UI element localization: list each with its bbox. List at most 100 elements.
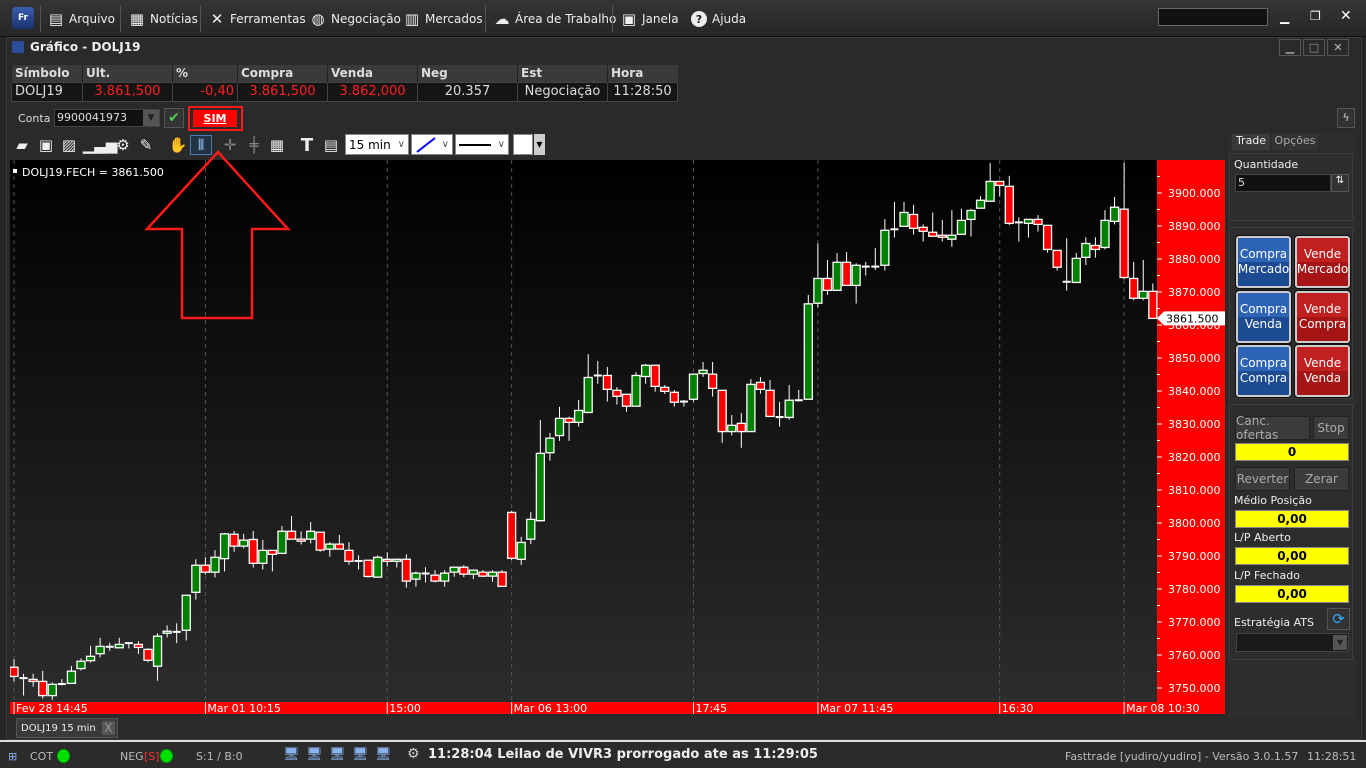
menu-negociacao[interactable]: ◍ Negociação [310, 8, 400, 30]
closed-pl-value: 0,00 [1235, 585, 1349, 603]
y-tick-label: 3830.000 [1168, 418, 1221, 431]
candle-body [535, 452, 545, 522]
candle-body [85, 655, 96, 662]
neg-label: NEG [120, 750, 144, 763]
candle-body [219, 533, 230, 560]
quote-row[interactable]: DOLJ19 3.861,500 -0,40 3.861,500 3.862,0… [11, 81, 678, 102]
line-tool-select[interactable]: ∨ [411, 134, 453, 155]
help-icon: ? [691, 11, 707, 27]
candle-body [918, 226, 928, 232]
cancel-orders-button[interactable]: Canc. ofertas [1235, 414, 1310, 442]
y-tick-label: 3800.000 [1168, 517, 1221, 530]
line-style-icon [459, 143, 491, 146]
candle-body [1129, 277, 1139, 299]
menu-area-de-trabalho[interactable]: ☁ Área de Trabalho [494, 8, 617, 30]
menu-ferramentas[interactable]: ✕ Ferramentas [209, 8, 306, 30]
col-header: % [172, 65, 238, 82]
image-icon[interactable]: ▨ [58, 135, 80, 155]
buy-at-bid-button[interactable]: Compra Compra [1235, 344, 1292, 398]
candle-body [975, 199, 986, 209]
candle-body [621, 393, 632, 407]
candle-body [899, 211, 909, 227]
candle-body [908, 213, 919, 229]
window-maximize-button[interactable]: □ [1303, 39, 1325, 56]
calculator-icon[interactable]: ▤ [321, 135, 341, 155]
status-cell: Negociação [517, 81, 608, 102]
gear-icon[interactable]: ⚙ [113, 135, 133, 155]
candle-body [746, 383, 756, 433]
window-minimize-button[interactable]: ▁ [1279, 39, 1301, 56]
candle-body [669, 391, 679, 403]
close-app-button[interactable]: ✕ [1340, 8, 1352, 24]
account-label: Conta [18, 112, 51, 125]
candle-body [200, 564, 211, 573]
candle-body [38, 680, 48, 697]
confirm-account-button[interactable]: ✔ [164, 108, 184, 128]
status-clock: 11:28:51 [1307, 750, 1357, 763]
candle-body [640, 364, 651, 378]
zero-button[interactable]: Zerar [1294, 467, 1349, 491]
candle-body [277, 530, 287, 555]
sell-at-bid-button[interactable]: Vende Compra [1294, 290, 1351, 344]
sim-button[interactable]: SIM [193, 110, 237, 127]
last-cell: 3.861,500 [82, 81, 173, 102]
refresh-button[interactable]: ⟳ [1327, 608, 1350, 630]
candle-body [688, 373, 699, 400]
interval-select[interactable]: 15 min ∨ [345, 134, 409, 155]
candle-body [28, 678, 38, 683]
sell-market-button[interactable]: Vende Mercado [1294, 235, 1351, 289]
line-style-select[interactable]: ∨ [455, 134, 509, 155]
time-cell: 11:28:50 [607, 81, 678, 102]
reverse-button[interactable]: Reverter [1235, 467, 1290, 491]
candle-body [698, 369, 708, 375]
col-header: Est [517, 65, 608, 82]
y-tick-label: 3810.000 [1168, 484, 1221, 497]
sell-at-ask-button[interactable]: Vende Venda [1294, 344, 1351, 398]
red-arrow-annotation [144, 150, 291, 320]
candle-body [822, 277, 833, 292]
minimize-app-button[interactable]: ▁ [1280, 10, 1289, 24]
candle-body [707, 373, 718, 390]
menu-ajuda[interactable]: ? Ajuda [691, 8, 746, 30]
status-bar: ⊞ COT NEG [S] S:1 / B:0 🖥 🖥 🖥 🖥 🖥 ⚙ 11:2… [0, 740, 1366, 768]
candle-body [841, 261, 852, 287]
candle-body [1138, 290, 1148, 299]
window-close-button[interactable]: ✕ [1327, 39, 1349, 56]
indicators-icon[interactable]: ▁▃▅ [83, 135, 118, 155]
candle-body [526, 518, 536, 540]
menu-noticias[interactable]: ▦ Notícias [129, 8, 198, 30]
candle-body [516, 541, 526, 560]
stop-button[interactable]: Stop [1313, 416, 1349, 440]
open-folder-icon[interactable]: ▰ [12, 135, 32, 155]
candle-body [583, 376, 593, 414]
save-icon[interactable]: ▣ [36, 135, 56, 155]
tab-trade[interactable]: Trade [1232, 134, 1270, 150]
search-input[interactable] [1158, 8, 1268, 26]
restore-app-button[interactable]: ❐ [1310, 9, 1321, 23]
close-tab-icon[interactable]: X [101, 721, 115, 735]
candle-body [1148, 290, 1158, 320]
color-dropdown-icon[interactable]: ▼ [534, 134, 545, 155]
menu-janela[interactable]: ▣ Janela [621, 8, 679, 30]
app-logo[interactable]: Fr [12, 7, 34, 29]
quantity-input[interactable]: 5 [1235, 174, 1331, 192]
candle-body [210, 556, 220, 573]
menu-arquivo[interactable]: ▤ Arquivo [48, 8, 115, 30]
chart-tab[interactable]: DOLJ19 15 min X [16, 718, 118, 738]
text-tool-icon[interactable]: T [297, 135, 317, 156]
menu-mercados[interactable]: ▥ Mercados [404, 8, 483, 30]
color-picker[interactable] [513, 134, 533, 155]
account-select[interactable]: 9900041973 ▼ [54, 109, 160, 127]
cot-status-indicator [57, 749, 70, 763]
lightning-button[interactable]: ϟ [1337, 108, 1355, 128]
ats-strategy-select[interactable]: ▼ [1236, 633, 1349, 652]
y-tick-label: 3770.000 [1168, 616, 1221, 629]
candle-body [880, 229, 890, 266]
buy-at-ask-button[interactable]: Compra Venda [1235, 290, 1292, 344]
tab-opcoes[interactable]: Opções [1272, 134, 1318, 150]
quantity-stepper[interactable]: ⇅ [1331, 174, 1349, 192]
buy-market-button[interactable]: Compra Mercado [1235, 235, 1292, 289]
candle-body [392, 558, 402, 562]
candle-body [10, 666, 19, 678]
candle-body [363, 559, 373, 578]
